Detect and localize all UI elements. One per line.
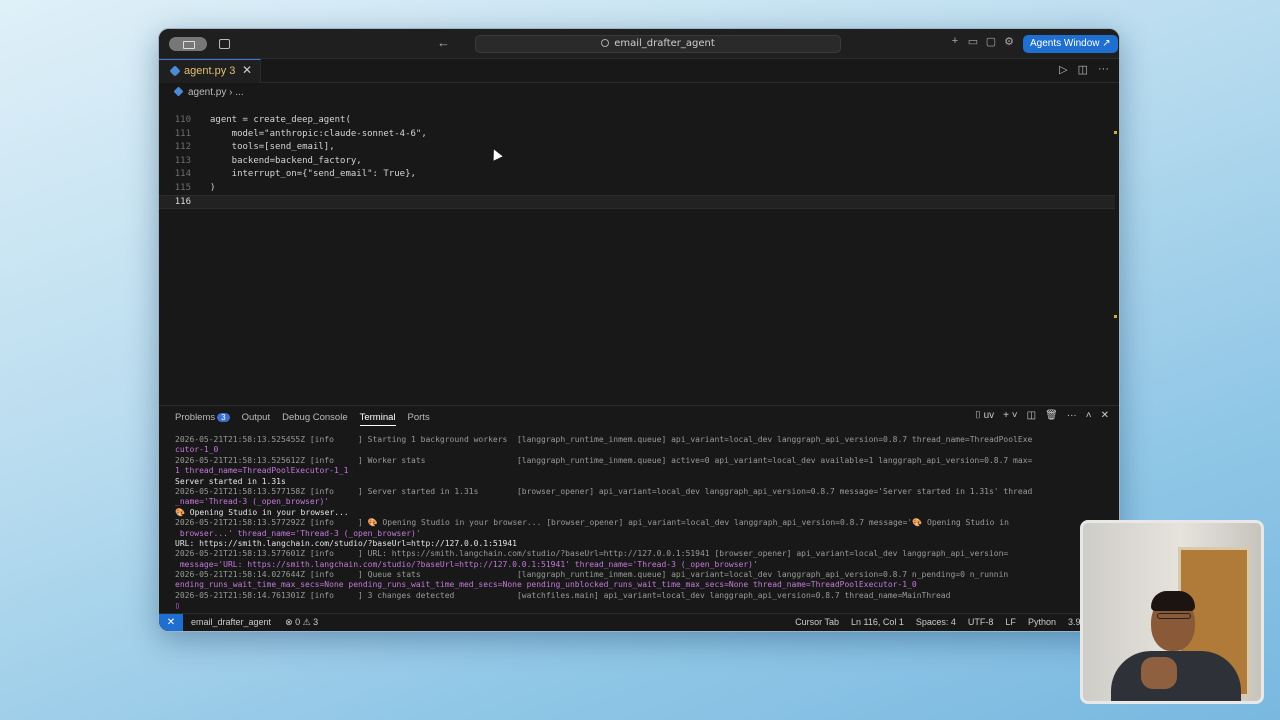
status-spaces[interactable]: Spaces: 4 bbox=[916, 617, 956, 627]
terminal-line: cutor-1_0 bbox=[175, 445, 219, 455]
terminal-line: browser...' thread_name='Thread-3 (_open… bbox=[175, 528, 421, 538]
tab-debug-console[interactable]: Debug Console bbox=[282, 412, 348, 426]
terminal-line: URL: https://smith.langchain.com/studio/… bbox=[175, 538, 517, 548]
search-icon bbox=[601, 39, 610, 47]
python-file-icon bbox=[173, 86, 184, 97]
code-line: ) bbox=[210, 182, 216, 193]
code-line: tools=[send_email], bbox=[210, 142, 335, 152]
terminal-line: 1 thread_name=ThreadPoolExecutor-1_1 bbox=[175, 466, 349, 476]
more-actions-icon[interactable]: ··· bbox=[1098, 63, 1109, 76]
status-language[interactable]: Python bbox=[1028, 617, 1056, 627]
new-terminal-icon[interactable]: + ˅ bbox=[1003, 410, 1017, 421]
status-bar: ✕ email_drafter_agent ⊗ 0 ⚠ 3 Cursor Tab… bbox=[159, 613, 1119, 631]
bottom-panel: Problems 3 Output Debug Console Terminal … bbox=[159, 405, 1119, 623]
close-panel-icon[interactable]: ✕ bbox=[1101, 410, 1109, 421]
agents-window-button[interactable]: Agents Window ↗ bbox=[1023, 35, 1118, 53]
maximize-panel-icon[interactable]: ˄ bbox=[1086, 410, 1092, 421]
code-editor[interactable]: 109 110agent = create_deep_agent( 111 mo… bbox=[159, 101, 1119, 401]
search-text: email_drafter_agent bbox=[614, 38, 715, 49]
editor-window: ← email_drafter_agent + ▭ ▢ ⚙ Agents Win… bbox=[158, 28, 1120, 632]
code-line: agent = create_deep_agent( bbox=[210, 115, 351, 125]
tab-terminal[interactable]: Terminal bbox=[359, 412, 396, 426]
more-actions-icon[interactable]: ··· bbox=[1067, 410, 1077, 421]
status-encoding[interactable]: UTF-8 bbox=[968, 617, 994, 627]
terminal-line: 2026-05-21T21:58:13.577158Z [info ] Serv… bbox=[175, 486, 1033, 496]
status-eol[interactable]: LF bbox=[1005, 617, 1016, 627]
presenter bbox=[1111, 589, 1241, 701]
terminal-line: 2026-05-21T21:58:13.577292Z [info ] 🎨 Op… bbox=[175, 518, 1009, 528]
trash-icon[interactable]: 🗑 bbox=[1045, 410, 1058, 421]
terminal-line: 🎨 Opening Studio in your browser... bbox=[175, 507, 349, 517]
remote-icon[interactable]: ✕ bbox=[159, 614, 183, 631]
status-cursor-tab[interactable]: Cursor Tab bbox=[795, 617, 839, 627]
tab-agent-py[interactable]: agent.py 3 ✕ bbox=[159, 59, 261, 83]
line-number: 114 bbox=[174, 169, 191, 179]
breadcrumb-file[interactable]: agent.py bbox=[188, 87, 226, 98]
terminal-line: 2026-05-21T21:58:14.761301Z [info ] 3 ch… bbox=[175, 590, 951, 600]
terminal-line: 2026-05-21T21:58:13.525455Z [info ] Star… bbox=[175, 435, 1033, 444]
terminal-line: Server started in 1.31s bbox=[175, 476, 286, 486]
title-bar: ← email_drafter_agent + ▭ ▢ ⚙ Agents Win… bbox=[159, 29, 1119, 59]
code-line: model="anthropic:claude-sonnet-4-6", bbox=[210, 128, 427, 139]
status-position[interactable]: Ln 116, Col 1 bbox=[851, 617, 904, 627]
tab-output[interactable]: Output bbox=[242, 412, 271, 426]
breadcrumb-more[interactable]: ... bbox=[235, 87, 243, 98]
python-file-icon bbox=[169, 65, 181, 77]
gear-icon[interactable]: ⚙ bbox=[1003, 35, 1015, 48]
status-project[interactable]: email_drafter_agent bbox=[191, 617, 271, 628]
tab-label: agent.py 3 bbox=[184, 65, 236, 77]
terminal-output[interactable]: 2026-05-21T21:58:13.525455Z [info ] Star… bbox=[175, 435, 1113, 612]
tab-bar: agent.py 3 ✕ bbox=[159, 59, 1119, 83]
webcam-overlay bbox=[1080, 520, 1264, 704]
terminal-line: ▯ bbox=[175, 601, 180, 611]
code-line: interrupt_on={"send_email": True}, bbox=[210, 169, 416, 179]
chat-icon[interactable]: ▢ bbox=[985, 35, 997, 48]
breadcrumb: agent.py › ... bbox=[173, 86, 244, 98]
breadcrumb-separator: › bbox=[229, 87, 233, 98]
terminal-shell-icon[interactable]: ⌷ uv bbox=[975, 410, 994, 421]
close-tab-icon[interactable]: ✕ bbox=[242, 63, 252, 77]
back-arrow-icon[interactable]: ← bbox=[437, 35, 450, 50]
split-terminal-icon[interactable]: ◫ bbox=[1027, 410, 1036, 421]
status-problems[interactable]: ⊗ 0 ⚠ 3 bbox=[285, 617, 318, 628]
terminal-line: 2026-05-21T21:58:14.027644Z [info ] Queu… bbox=[175, 570, 1009, 580]
line-number: 116 bbox=[174, 197, 191, 207]
command-search[interactable]: email_drafter_agent bbox=[475, 35, 841, 53]
terminal-line: _name='Thread-3 (_open_browser)' bbox=[175, 497, 330, 507]
line-number: 115 bbox=[174, 182, 191, 193]
problems-badge: 3 bbox=[217, 413, 230, 422]
tab-ports[interactable]: Ports bbox=[408, 412, 430, 426]
plus-icon[interactable]: + bbox=[949, 35, 961, 48]
panel-toggle-icon[interactable] bbox=[219, 39, 230, 49]
line-number: 110 bbox=[174, 115, 191, 125]
line-number: 111 bbox=[174, 128, 191, 139]
minimap-marker bbox=[1114, 131, 1117, 134]
code-line: backend=backend_factory, bbox=[210, 155, 362, 166]
terminal-line: 2026-05-21T21:58:13.525612Z [info ] Work… bbox=[175, 455, 1033, 465]
sidebar-toggle-icon[interactable] bbox=[169, 37, 207, 51]
minimap-marker bbox=[1114, 315, 1117, 318]
layout-icon[interactable]: ▭ bbox=[967, 35, 979, 48]
line-number: 113 bbox=[174, 155, 191, 166]
tab-problems[interactable]: Problems 3 bbox=[175, 412, 230, 426]
terminal-line: 2026-05-21T21:58:13.577601Z [info ] URL:… bbox=[175, 549, 1009, 559]
split-editor-icon[interactable]: ◫ bbox=[1078, 63, 1088, 76]
terminal-line: message='URL: https://smith.langchain.co… bbox=[175, 559, 758, 569]
line-number: 112 bbox=[174, 142, 191, 152]
run-icon[interactable]: ▷ bbox=[1059, 63, 1067, 76]
terminal-line: ending_runs_wait_time_max_secs=None pend… bbox=[175, 580, 917, 590]
